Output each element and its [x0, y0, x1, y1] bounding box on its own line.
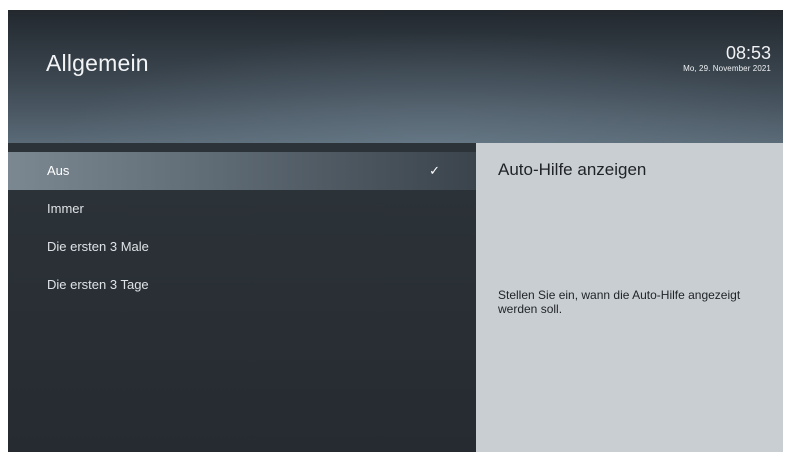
clock-time: 08:53: [725, 43, 771, 63]
info-title: Auto-Hilfe anzeigen: [498, 160, 647, 179]
clock-date: Mo, 29. November 2021: [683, 64, 771, 73]
menu-item-immer[interactable]: Immer: [8, 190, 476, 228]
page-title: Allgemein: [46, 50, 149, 76]
menu-item-label: Die ersten 3 Male: [47, 239, 149, 254]
menu-item-label: Aus: [47, 163, 70, 178]
tv-settings-screen: Allgemein 08:53 Mo, 29. November 2021 Au…: [8, 10, 783, 452]
menu-item-label: Die ersten 3 Tage: [47, 277, 149, 292]
options-menu: Aus ✓ Immer Die ersten 3 Male Die ersten…: [8, 143, 476, 452]
info-panel: Auto-Hilfe anzeigen Stellen Sie ein, wan…: [476, 143, 783, 452]
menu-item-die-ersten-3-tage[interactable]: Die ersten 3 Tage: [8, 266, 476, 304]
checkmark-icon: ✓: [429, 163, 440, 178]
menu-item-aus[interactable]: Aus ✓: [8, 152, 476, 190]
header: Allgemein 08:53 Mo, 29. November 2021: [8, 10, 783, 143]
menu-item-label: Immer: [47, 201, 84, 216]
menu-item-die-ersten-3-male[interactable]: Die ersten 3 Male: [8, 228, 476, 266]
clock: 08:53 Mo, 29. November 2021: [683, 43, 771, 75]
info-description: Stellen Sie ein, wann die Auto-Hilfe ang…: [498, 288, 741, 316]
